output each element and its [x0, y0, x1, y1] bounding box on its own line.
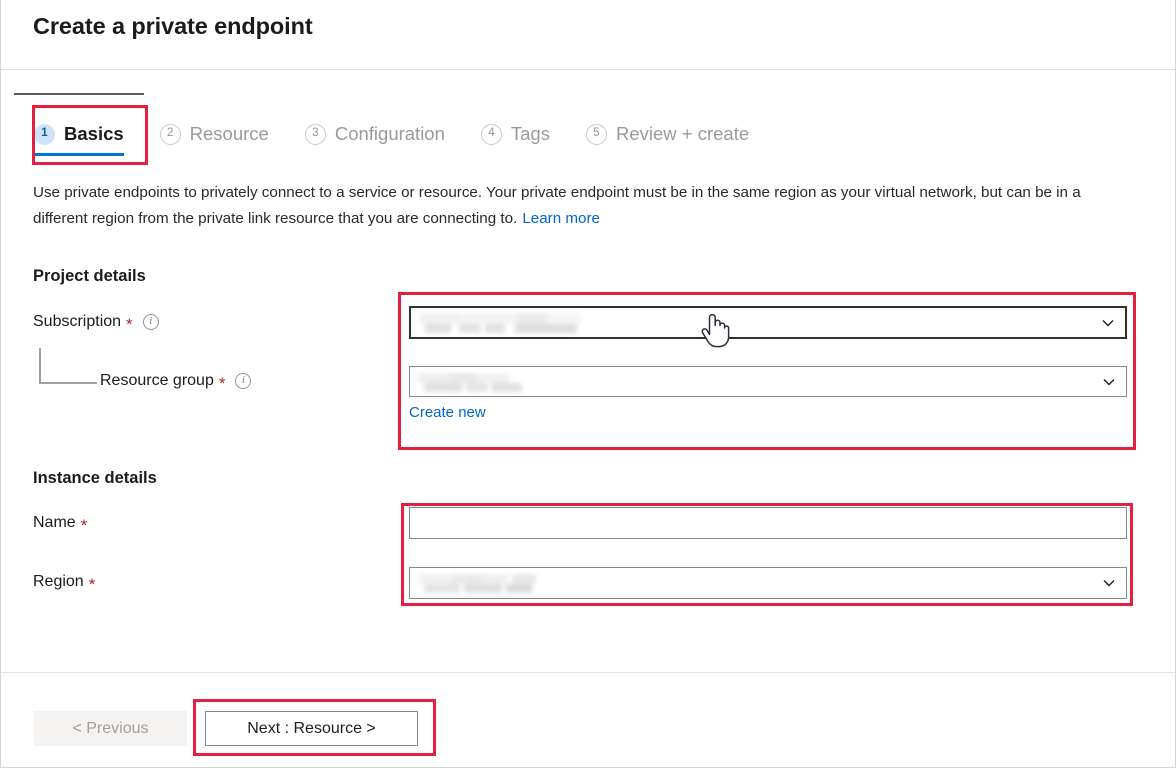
label-resource-group: Resource group * i [100, 372, 252, 393]
subscription-required-marker: * [126, 314, 133, 334]
blade-header: Create a private endpoint [1, 0, 1175, 70]
create-new-resource-group-link[interactable]: Create new [409, 404, 486, 421]
tab-resource-label: Resource [189, 123, 269, 144]
label-region: Region * [33, 573, 96, 594]
tab-top-rule [14, 93, 144, 95]
previous-button[interactable]: < Previous [34, 711, 187, 746]
region-required-marker: * [88, 574, 96, 594]
next-resource-button[interactable]: Next : Resource > [205, 711, 418, 746]
chevron-down-icon [1102, 375, 1115, 387]
tab-active-underline [34, 153, 124, 156]
subscription-value-redacted [419, 312, 591, 333]
section-title-project-details: Project details [33, 267, 146, 285]
tab-review-create[interactable]: 5 Review + create [585, 112, 750, 156]
tab-resource[interactable]: 2 Resource [159, 112, 269, 156]
resource-group-dropdown[interactable] [409, 366, 1127, 397]
chevron-down-icon [1101, 316, 1114, 328]
tab-configuration-label: Configuration [334, 123, 445, 144]
tab-review-create-label: Review + create [615, 123, 750, 144]
name-required-marker: * [80, 515, 88, 535]
page-title: Create a private endpoint [33, 13, 313, 39]
tab-tags-label: Tags [510, 123, 550, 144]
field-hierarchy-connector [39, 348, 97, 384]
info-icon[interactable]: i [142, 314, 159, 330]
label-name: Name * [33, 514, 88, 535]
blade-footer: < Previous Next : Resource > [1, 672, 1175, 767]
region-dropdown[interactable] [409, 567, 1127, 599]
tab-review-create-step-number: 5 [585, 123, 607, 145]
info-icon[interactable]: i [235, 373, 252, 389]
resource-group-required-marker: * [218, 373, 226, 393]
name-input[interactable] [409, 507, 1127, 539]
tab-basics[interactable]: 1 Basics [14, 93, 144, 156]
create-private-endpoint-blade: Create a private endpoint 1 Basics 2 Res… [0, 0, 1176, 768]
label-subscription: Subscription * i [33, 313, 159, 334]
label-region-text: Region [33, 573, 84, 590]
tab-resource-step-number: 2 [159, 123, 181, 145]
tab-configuration[interactable]: 3 Configuration [304, 112, 445, 156]
region-value-redacted [418, 573, 566, 593]
learn-more-link[interactable]: Learn more [522, 210, 600, 227]
label-subscription-text: Subscription [33, 313, 122, 330]
tab-basics-step-number: 1 [34, 123, 55, 145]
label-resource-group-text: Resource group [100, 372, 214, 389]
tab-tags[interactable]: 4 Tags [480, 112, 550, 156]
section-title-instance-details: Instance details [33, 469, 157, 487]
blade-description: Use private endpoints to privately conne… [33, 180, 1123, 232]
tab-basics-label: Basics [64, 123, 124, 144]
tab-configuration-step-number: 3 [304, 123, 326, 145]
tab-tags-step-number: 4 [480, 123, 502, 145]
label-name-text: Name [33, 514, 76, 531]
chevron-down-icon [1102, 576, 1115, 588]
wizard-tabs: 1 Basics 2 Resource 3 Configuration 4 Ta… [14, 93, 785, 156]
subscription-dropdown[interactable] [409, 306, 1127, 339]
resource-group-value-redacted [418, 372, 536, 392]
